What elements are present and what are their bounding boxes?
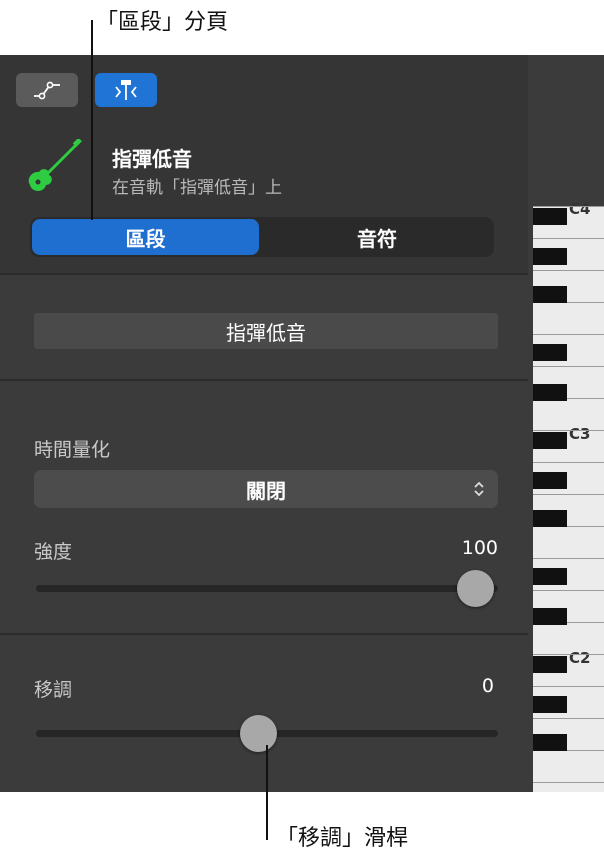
- bass-guitar-icon: [28, 139, 82, 191]
- black-key[interactable]: [533, 568, 567, 585]
- region-notes-segmented-control: 區段 音符: [30, 217, 494, 257]
- tab-notes[interactable]: 音符: [262, 219, 492, 255]
- black-key[interactable]: [533, 608, 567, 625]
- black-key[interactable]: [533, 472, 567, 489]
- black-key[interactable]: [533, 734, 567, 751]
- transpose-label: 移調: [34, 679, 73, 701]
- transpose-slider-callout: 「移調」滑桿: [276, 826, 409, 851]
- black-key[interactable]: [533, 248, 567, 265]
- velocity-slider-fill: [36, 585, 475, 592]
- key-label-c2: C2: [569, 649, 591, 667]
- black-key[interactable]: [533, 286, 567, 303]
- black-key[interactable]: [533, 696, 567, 713]
- time-quantize-select[interactable]: 關閉: [34, 470, 498, 508]
- white-key-divider: [533, 334, 604, 335]
- divider: [0, 379, 528, 381]
- white-key-divider: [533, 686, 604, 687]
- inspector-header: 指彈低音 在音軌「指彈低音」上 區段 音符: [0, 55, 528, 273]
- transpose-slider-thumb[interactable]: [239, 715, 277, 752]
- white-key-divider: [533, 462, 604, 463]
- black-key[interactable]: [533, 656, 567, 673]
- region-tab-callout-line: [91, 20, 93, 220]
- black-key[interactable]: [533, 510, 567, 527]
- velocity-slider-track[interactable]: [36, 585, 498, 592]
- white-key-divider: [533, 238, 604, 239]
- region-tab-callout: 「區段」分頁: [96, 10, 229, 35]
- white-key-divider: [533, 590, 604, 591]
- white-key-divider: [533, 270, 604, 271]
- divider: [0, 273, 528, 275]
- automation-curve-icon: [34, 81, 60, 100]
- key-label-c4: C4: [569, 200, 591, 218]
- automation-button[interactable]: [16, 73, 78, 107]
- region-name-field[interactable]: 指彈低音: [34, 313, 498, 349]
- black-key[interactable]: [533, 208, 567, 225]
- track-subtitle: 在音軌「指彈低音」上: [112, 178, 282, 198]
- white-key-divider: [533, 206, 604, 207]
- velocity-slider-thumb[interactable]: [456, 570, 494, 607]
- key-label-c3: C3: [569, 425, 591, 443]
- white-key-divider: [533, 782, 604, 783]
- white-key-divider: [533, 366, 604, 367]
- smart-controls-icon: [115, 80, 137, 100]
- smart-controls-button[interactable]: [95, 73, 157, 107]
- track-name: 指彈低音: [112, 147, 192, 171]
- white-key-divider: [533, 718, 604, 719]
- white-key-divider: [533, 430, 604, 431]
- transpose-slider-fill: [36, 730, 258, 737]
- black-key[interactable]: [533, 384, 567, 401]
- time-quantize-value: 關閉: [246, 478, 286, 503]
- velocity-value: 100: [461, 537, 498, 559]
- transpose-callout-line: [266, 745, 268, 840]
- white-key-divider: [533, 558, 604, 559]
- transpose-value: 0: [481, 675, 494, 697]
- tab-region[interactable]: 區段: [32, 219, 259, 255]
- black-key[interactable]: [533, 344, 567, 361]
- white-key-divider: [533, 654, 604, 655]
- chevron-up-down-icon: [474, 481, 484, 497]
- time-quantize-label: 時間量化: [34, 439, 111, 461]
- piano-keyboard[interactable]: C4 C3 C2: [533, 200, 604, 792]
- white-key-divider: [533, 494, 604, 495]
- velocity-label: 強度: [34, 541, 73, 563]
- black-key[interactable]: [533, 432, 567, 449]
- divider: [0, 633, 528, 635]
